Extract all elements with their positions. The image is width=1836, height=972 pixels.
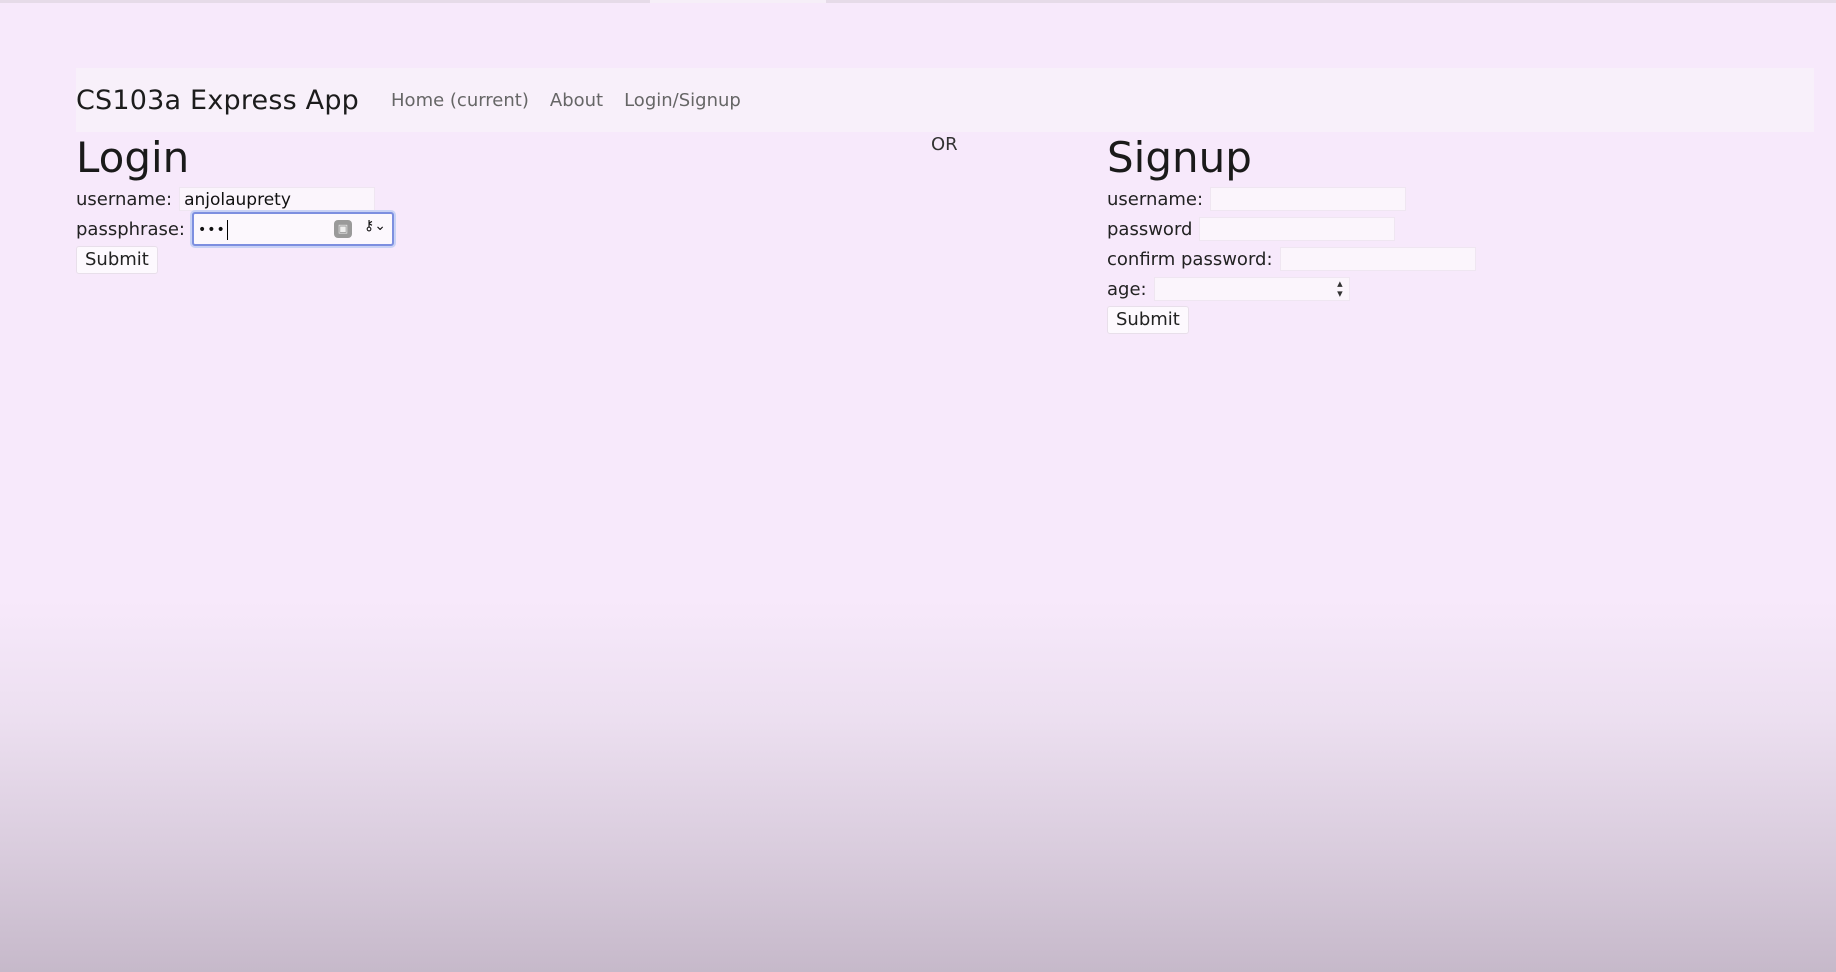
login-username-label: username: bbox=[76, 188, 173, 210]
login-title: Login bbox=[76, 133, 190, 182]
signup-password-label: password bbox=[1107, 218, 1193, 240]
login-submit-button[interactable]: Submit bbox=[76, 246, 158, 274]
signup-age-row: age: ▴ ▾ bbox=[1107, 274, 1476, 304]
signup-username-row: username: bbox=[1107, 184, 1476, 214]
login-passphrase-label: passphrase: bbox=[76, 218, 185, 240]
login-username-row: username: anjolauprety bbox=[76, 184, 394, 214]
signup-submit-button[interactable]: Submit bbox=[1107, 306, 1189, 334]
number-spinner-icon[interactable]: ▴ ▾ bbox=[1337, 278, 1343, 299]
or-separator: OR bbox=[931, 134, 958, 155]
login-passphrase-value: ••• bbox=[198, 221, 226, 238]
signup-confirm-input[interactable] bbox=[1279, 247, 1476, 271]
nav-link-home[interactable]: Home (current) bbox=[391, 90, 529, 111]
login-passphrase-input[interactable]: ••• ▣ ⚷⌄ bbox=[192, 212, 394, 246]
brand-title[interactable]: CS103a Express App bbox=[76, 85, 359, 116]
key-dropdown-icon[interactable]: ⚷⌄ bbox=[364, 218, 386, 234]
nav-links: Home (current) About Login/Signup bbox=[391, 90, 762, 111]
signup-confirm-row: confirm password: bbox=[1107, 244, 1476, 274]
nav-link-login-signup[interactable]: Login/Signup bbox=[624, 90, 741, 111]
signup-title: Signup bbox=[1107, 133, 1252, 182]
login-passphrase-row: passphrase: ••• ▣ ⚷⌄ bbox=[76, 212, 394, 246]
signup-username-label: username: bbox=[1107, 188, 1204, 210]
login-form: Login username: anjolauprety passphrase:… bbox=[76, 132, 394, 274]
login-submit-wrap: Submit bbox=[76, 246, 394, 274]
signup-username-input[interactable] bbox=[1210, 187, 1407, 211]
active-tab-highlight bbox=[650, 0, 826, 3]
nav-link-about[interactable]: About bbox=[550, 90, 603, 111]
keychain-icon[interactable]: ▣ bbox=[334, 220, 352, 238]
signup-confirm-label: confirm password: bbox=[1107, 248, 1273, 270]
login-username-input[interactable]: anjolauprety bbox=[179, 187, 376, 211]
signup-age-label: age: bbox=[1107, 278, 1147, 300]
login-username-value: anjolauprety bbox=[184, 189, 291, 210]
text-caret bbox=[226, 219, 228, 240]
browser-top-edge bbox=[0, 0, 1836, 3]
signup-age-input[interactable]: ▴ ▾ bbox=[1153, 277, 1350, 301]
signup-submit-wrap: Submit bbox=[1107, 306, 1476, 334]
navbar: CS103a Express App Home (current) About … bbox=[76, 68, 1814, 132]
signup-form: Signup username: password confirm passwo… bbox=[1107, 132, 1476, 334]
signup-password-row: password bbox=[1107, 214, 1476, 244]
signup-password-input[interactable] bbox=[1199, 217, 1396, 241]
